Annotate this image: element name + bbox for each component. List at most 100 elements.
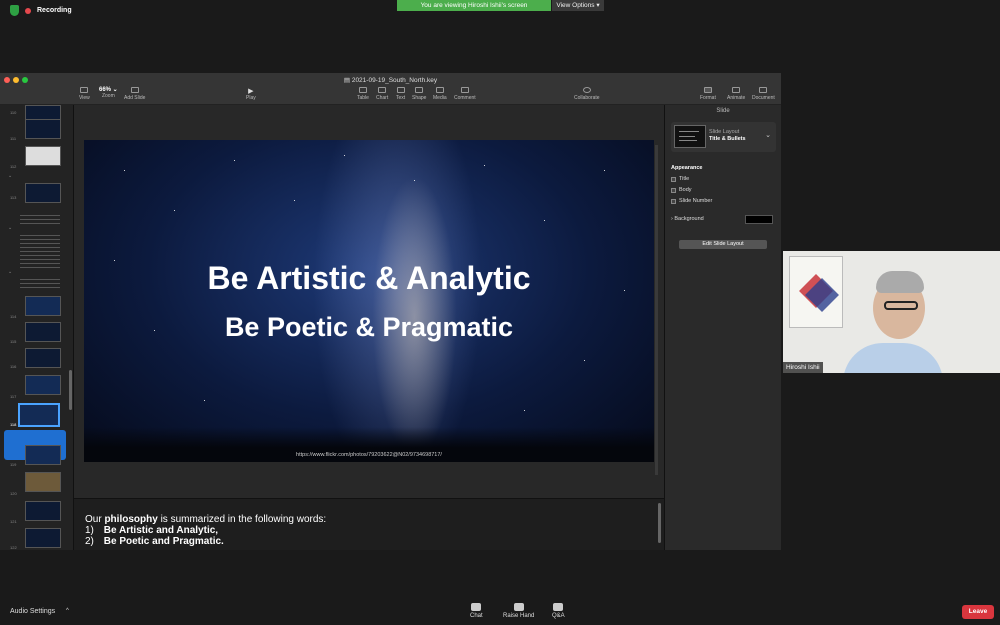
chart-icon <box>378 87 387 93</box>
view-icon <box>80 87 89 93</box>
slide-thumbnail[interactable] <box>25 375 61 395</box>
keynote-toolbar: ▤ 2021-09-19_South_North.key View 66% ⌄ Z… <box>0 73 781 105</box>
shape-label: Shape <box>412 95 427 101</box>
presenter-notes[interactable]: Our philosophy is summarized in the foll… <box>74 498 664 550</box>
view-options-button[interactable]: View Options ▾ <box>552 0 604 11</box>
shield-icon <box>10 5 19 16</box>
slide-thumbnail[interactable] <box>25 348 61 368</box>
play-label: Play <box>246 95 256 101</box>
qa-icon <box>553 603 564 611</box>
slide-layout-value: Title & Bullets <box>709 136 746 142</box>
slide-canvas-area: Be Artistic & Analytic Be Poetic & Pragm… <box>74 105 664 498</box>
document-label: Document <box>752 95 775 101</box>
chevron-down-icon[interactable]: ⌄ <box>8 173 12 179</box>
format-button[interactable]: Format <box>700 87 716 101</box>
animate-label: Animate <box>727 95 746 101</box>
slide-thumbnail[interactable] <box>25 296 61 316</box>
shape-button[interactable]: Shape <box>412 87 426 101</box>
document-button[interactable]: Document <box>752 87 775 101</box>
chat-icon <box>471 603 482 611</box>
chevron-down-icon[interactable]: ⌄ <box>8 269 12 275</box>
collaborate-button[interactable]: Collaborate <box>574 87 600 101</box>
navigator-scrollbar[interactable] <box>69 370 72 410</box>
hand-icon <box>513 603 524 611</box>
document-title: ▤ 2021-09-19_South_North.key <box>0 76 781 84</box>
document-title-text: 2021-09-19_South_North.key <box>351 77 438 84</box>
slide-number: 113 <box>10 195 17 200</box>
background-disclosure[interactable]: › Background <box>671 216 704 222</box>
current-slide[interactable]: Be Artistic & Analytic Be Poetic & Pragm… <box>84 140 654 462</box>
comment-icon <box>460 87 469 93</box>
chat-button[interactable]: Chat <box>470 603 483 619</box>
qa-button[interactable]: Q&A <box>552 603 565 619</box>
record-dot-icon <box>25 7 31 14</box>
document-icon: ▤ <box>343 77 352 84</box>
slide-number: 114 <box>10 314 17 319</box>
screen-share-banner: You are viewing Hiroshi Ishii's screen <box>397 0 551 11</box>
format-icon <box>703 87 712 93</box>
collaborate-label: Collaborate <box>574 95 600 101</box>
raise-hand-button[interactable]: Raise Hand <box>503 603 534 619</box>
format-inspector: Slide Slide Layout Title & Bullets ⌄ App… <box>664 105 781 550</box>
chart-button[interactable]: Chart <box>376 87 388 101</box>
slide-thumbnail-selected[interactable] <box>18 403 60 427</box>
background-color-well[interactable] <box>745 215 773 224</box>
zoom-label: Zoom <box>101 93 115 99</box>
animate-button[interactable]: Animate <box>727 87 745 101</box>
view-button[interactable]: View <box>79 87 90 101</box>
body-checkbox[interactable]: Body <box>671 187 692 193</box>
slide-subtitle[interactable]: Be Poetic & Pragmatic <box>84 312 654 343</box>
media-label: Media <box>433 95 447 101</box>
chat-label: Chat <box>470 613 483 619</box>
slide-number-checkbox[interactable]: Slide Number <box>671 198 712 204</box>
chart-label: Chart <box>376 95 389 101</box>
audio-settings-button[interactable]: Audio Settings <box>10 608 55 615</box>
comment-button[interactable]: Comment <box>454 87 476 101</box>
slide-thumbnail[interactable] <box>25 146 61 166</box>
zoom-top-bar: Recording You are viewing Hiroshi Ishii'… <box>0 0 1000 22</box>
canvas-scrollbar[interactable] <box>655 145 658 475</box>
inspector-tab-slide[interactable]: Slide <box>665 108 781 114</box>
slide-thumbnail[interactable] <box>25 501 61 521</box>
media-button[interactable]: Media <box>433 87 447 101</box>
edit-slide-layout-button[interactable]: Edit Slide Layout <box>679 240 767 249</box>
play-icon: ▶ <box>248 88 254 95</box>
qa-label: Q&A <box>552 613 565 619</box>
zoom-level-select[interactable]: 66% ⌄ Zoom <box>99 86 118 99</box>
slide-number: 111 <box>10 136 17 141</box>
add-slide-button[interactable]: Add Slide <box>124 87 145 101</box>
participant-name-tag: Hiroshi Ishii <box>783 362 823 373</box>
participant-video[interactable]: Hiroshi Ishii <box>783 251 1000 373</box>
zoom-controls-bar: Audio Settings ^ Chat Raise Hand Q&A <box>0 600 1000 625</box>
format-label: Format <box>700 95 716 101</box>
slide-thumbnail[interactable] <box>25 528 61 548</box>
slide-thumbnail[interactable] <box>25 445 61 465</box>
text-label: Text <box>396 95 406 101</box>
title-checkbox[interactable]: Title <box>671 176 689 182</box>
raise-hand-label: Raise Hand <box>503 613 535 619</box>
slide-layout-label: Slide Layout <box>709 129 740 135</box>
slide-thumbnail[interactable] <box>25 322 61 342</box>
chevron-down-icon[interactable]: ⌄ <box>8 225 12 231</box>
chevron-down-icon: ⌄ <box>765 132 771 139</box>
slide-number: 117 <box>10 394 17 399</box>
chevron-up-icon[interactable]: ^ <box>66 608 69 614</box>
leave-button[interactable]: Leave <box>962 605 994 619</box>
slide-thumbnail[interactable] <box>25 119 61 139</box>
notes-item: 1) Be Artistic and Analytic, <box>85 525 219 536</box>
media-icon <box>435 87 444 93</box>
slide-number: 118 <box>10 422 17 427</box>
slide-layout-picker[interactable]: Slide Layout Title & Bullets ⌄ <box>671 122 776 152</box>
image-credit-url[interactable]: https://www.flickr.com/photos/79203622@N… <box>84 452 654 458</box>
slide-number: 112 <box>10 164 17 169</box>
slide-number: 115 <box>10 339 17 344</box>
text-button[interactable]: Text <box>396 87 405 101</box>
slide-title[interactable]: Be Artistic & Analytic <box>84 260 654 297</box>
table-button[interactable]: Table <box>357 87 369 101</box>
slide-thumbnail[interactable] <box>25 472 61 492</box>
appearance-heading: Appearance <box>671 165 703 171</box>
slide-thumbnail[interactable] <box>25 183 61 203</box>
notes-scrollbar[interactable] <box>658 503 661 543</box>
play-button[interactable]: ▶ Play <box>246 87 256 101</box>
layout-thumbnail <box>674 125 706 148</box>
